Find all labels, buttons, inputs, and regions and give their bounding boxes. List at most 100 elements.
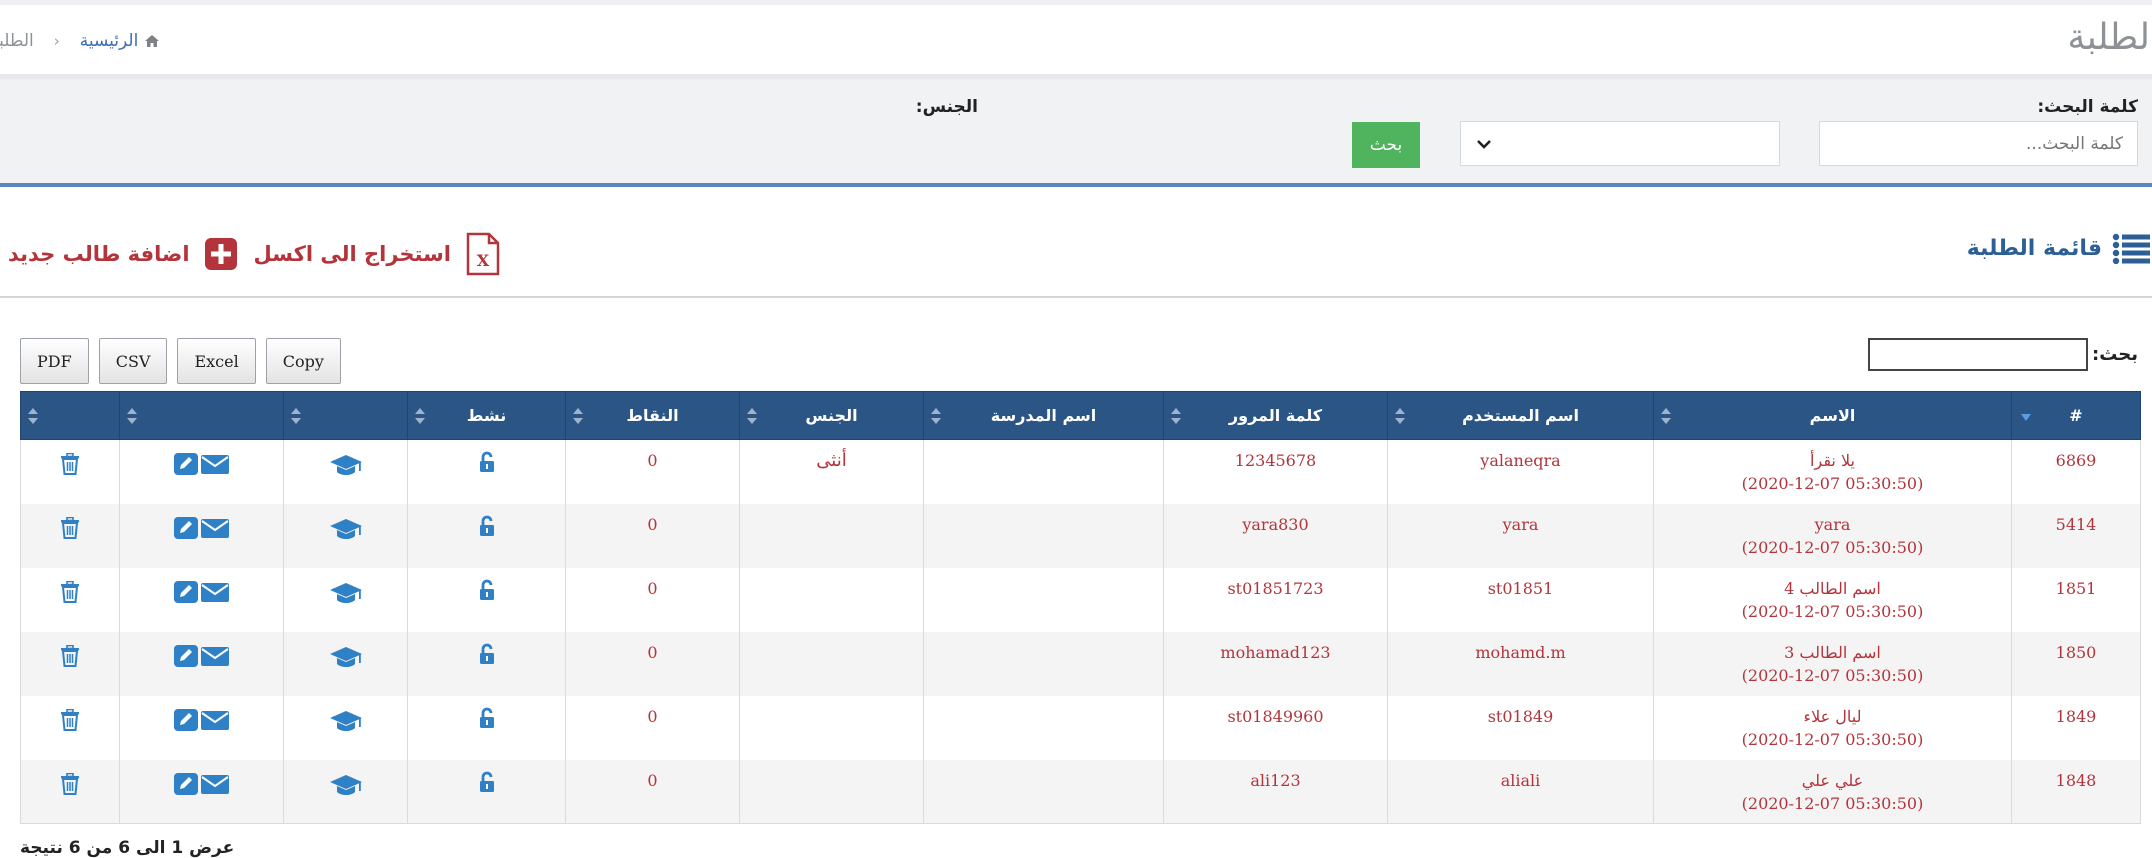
page-title: الطلبة <box>2067 17 2152 58</box>
trash-icon[interactable] <box>60 453 80 475</box>
graduation-cap-icon[interactable] <box>329 581 363 605</box>
sort-icon <box>573 408 583 424</box>
cell-id: 1851 <box>2011 567 2141 632</box>
column-header-gender[interactable]: الجنس <box>739 391 924 440</box>
graduation-cap-icon[interactable] <box>329 773 363 797</box>
pencil-icon[interactable] <box>174 708 198 731</box>
column-header-edit-action[interactable] <box>119 391 284 440</box>
breadcrumb-current: الطلبة <box>0 31 34 51</box>
cell-gender: أنثى <box>739 439 924 504</box>
keyword-input[interactable] <box>1819 121 2138 166</box>
cell-id: 1849 <box>2011 695 2141 760</box>
cell-edit-actions <box>119 759 284 824</box>
column-header-name[interactable]: الاسم <box>1653 391 2012 440</box>
cell-username: st01851 <box>1387 567 1654 632</box>
student-name: يلا نقرأ <box>1810 451 1855 470</box>
unlock-icon[interactable] <box>478 643 496 665</box>
export-excel-button[interactable]: X استخراج الى اكسل <box>254 232 501 276</box>
trash-icon[interactable] <box>60 516 80 539</box>
copy-button[interactable]: Copy <box>265 338 341 384</box>
export-buttons: PDF CSV Excel Copy <box>20 338 341 384</box>
table-row: 6869 يلا نقرأ (05:30:50 2020-12-07) yalaneq… <box>20 439 2141 504</box>
column-header-school-action[interactable] <box>283 391 408 440</box>
cell-school <box>923 631 1164 696</box>
cell-password: 12345678 <box>1163 439 1388 504</box>
edit-mail-group <box>174 644 229 667</box>
student-date: (05:30:50 2020-12-07) <box>1741 729 1924 749</box>
cell-edit-actions <box>119 695 284 760</box>
breadcrumb-home-link[interactable]: الرئيسية <box>80 31 161 51</box>
add-student-label: اضافة طالب جديد <box>8 242 190 266</box>
envelope-icon[interactable] <box>201 645 229 667</box>
cell-active <box>407 503 566 568</box>
column-header-id[interactable]: # <box>2011 391 2141 440</box>
table-row: 1849 ليال علاء (05:30:50 2020-12-07) st0184… <box>20 695 2141 760</box>
column-header-school[interactable]: اسم المدرسة <box>923 391 1164 440</box>
envelope-icon[interactable] <box>201 709 229 731</box>
cell-active <box>407 631 566 696</box>
unlock-icon[interactable] <box>478 515 496 537</box>
edit-mail-group <box>174 708 229 731</box>
unlock-icon[interactable] <box>478 707 496 729</box>
cell-school <box>923 759 1164 824</box>
sort-icon <box>127 408 137 424</box>
pencil-icon[interactable] <box>174 644 198 667</box>
pencil-icon[interactable] <box>174 516 198 539</box>
graduation-cap-icon[interactable] <box>329 517 363 541</box>
column-header-username[interactable]: اسم المستخدم <box>1387 391 1654 440</box>
student-name: اسم الطالب 3 <box>1784 642 1881 662</box>
cell-active <box>407 567 566 632</box>
gender-select[interactable] <box>1460 121 1780 166</box>
edit-mail-group <box>174 516 229 539</box>
trash-icon[interactable] <box>60 580 80 603</box>
unlock-icon[interactable] <box>478 771 496 793</box>
trash-icon[interactable] <box>60 708 80 731</box>
excel-button[interactable]: Excel <box>177 338 256 384</box>
cell-school-action <box>283 759 408 824</box>
pencil-icon[interactable] <box>174 453 198 475</box>
edit-mail-group <box>174 580 229 603</box>
graduation-cap-icon[interactable] <box>329 645 363 669</box>
pdf-button[interactable]: PDF <box>20 338 89 384</box>
cell-active <box>407 759 566 824</box>
cell-delete-action <box>20 439 120 504</box>
pencil-icon[interactable] <box>174 772 198 795</box>
column-header-delete-action[interactable] <box>20 391 120 440</box>
unlock-icon[interactable] <box>478 579 496 601</box>
column-header-active[interactable]: نشط <box>407 391 566 440</box>
cell-password: yara830 <box>1163 503 1388 568</box>
graduation-cap-icon[interactable] <box>329 453 363 477</box>
table-filter-input[interactable] <box>1868 338 2089 371</box>
cell-active <box>407 439 566 504</box>
column-header-password[interactable]: كلمة المرور <box>1163 391 1388 440</box>
unlock-icon[interactable] <box>478 451 496 473</box>
student-date: (05:30:50 2020-12-07) <box>1741 537 1924 557</box>
cell-edit-actions <box>119 439 284 504</box>
table-row: 5414 yara (05:30:50 2020-12-07) yara yara830… <box>20 503 2141 568</box>
cell-edit-actions <box>119 503 284 568</box>
breadcrumb: الطلبة › الرئيسية <box>0 31 160 51</box>
envelope-icon[interactable] <box>201 773 229 795</box>
envelope-icon[interactable] <box>201 581 229 603</box>
cell-delete-action <box>20 631 120 696</box>
graduation-cap-icon[interactable] <box>329 709 363 733</box>
cell-name: يلا نقرأ (05:30:50 2020-12-07) <box>1653 439 2012 504</box>
csv-button[interactable]: CSV <box>98 338 168 384</box>
column-header-points[interactable]: النقاط <box>565 391 740 440</box>
cell-gender <box>739 759 924 824</box>
cell-username: st01849 <box>1387 695 1654 760</box>
trash-icon[interactable] <box>60 772 80 795</box>
envelope-icon[interactable] <box>201 517 229 539</box>
envelope-icon[interactable] <box>201 453 229 475</box>
gender-label: الجنس: <box>915 97 978 117</box>
pencil-icon[interactable] <box>174 580 198 603</box>
cell-edit-actions <box>119 631 284 696</box>
cell-name: علي علي (05:30:50 2020-12-07) <box>1653 759 2012 824</box>
student-name: علي علي <box>1801 770 1864 790</box>
student-name: ليال علاء <box>1803 706 1862 726</box>
cell-points: 0 <box>565 567 740 632</box>
search-button[interactable]: بحث <box>1352 122 1420 168</box>
trash-icon[interactable] <box>60 644 80 667</box>
cell-id: 5414 <box>2011 503 2141 568</box>
add-student-button[interactable]: اضافة طالب جديد <box>8 237 238 271</box>
